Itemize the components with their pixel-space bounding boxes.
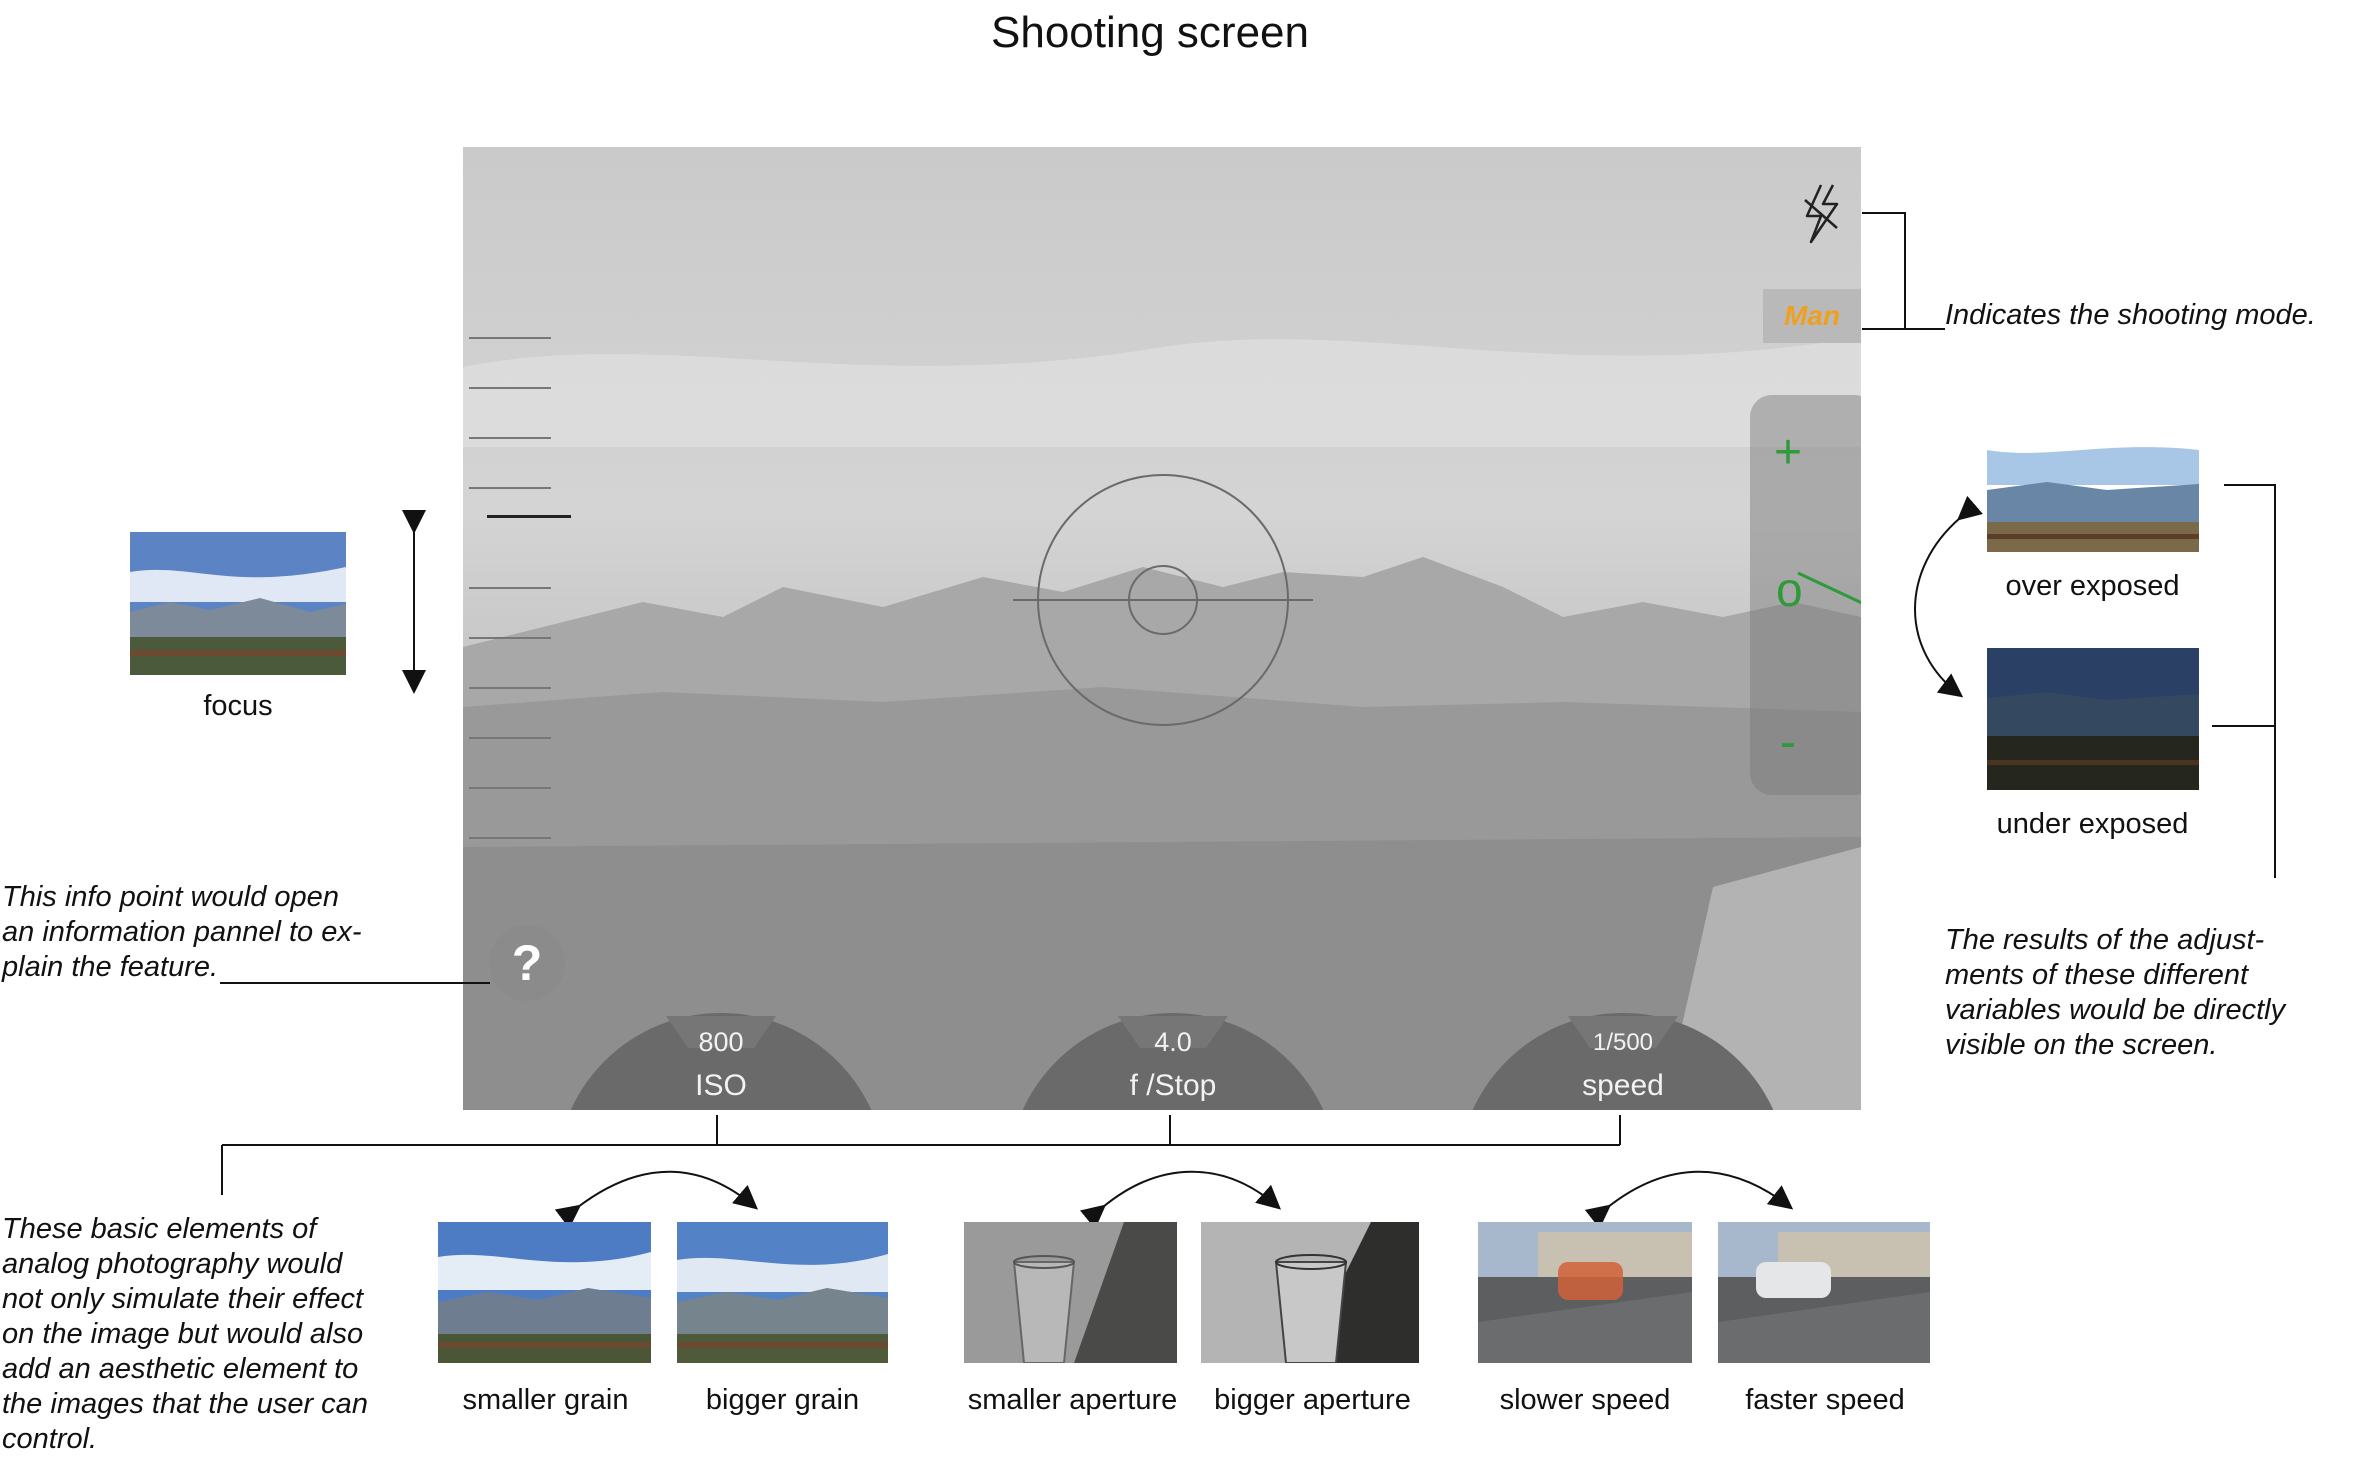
example-caption: bigger grain: [705, 1384, 860, 1416]
basics-note-line: on the image but would also: [2, 1318, 364, 1350]
under-exposed-image: [1987, 648, 2199, 790]
exposure-note: The results of the adjust- ments of thes…: [1945, 923, 2345, 1063]
basics-note-line: analog photography would: [2, 1248, 343, 1280]
info-note-line: an information pannel to ex-: [2, 916, 362, 948]
example-caption: smaller grain: [462, 1384, 629, 1416]
focus-example-image: [130, 532, 346, 675]
exposure-note-line: variables would be directly: [1945, 994, 2286, 1026]
example-caption: smaller aperture: [967, 1384, 1178, 1416]
bigger-grain-image: [677, 1222, 888, 1363]
info-note-line: plain the feature.: [2, 951, 219, 983]
basics-note-line: the images that the user can: [2, 1388, 368, 1420]
focus-caption: focus: [203, 690, 273, 722]
basics-note-line: add an aesthetic element to: [2, 1353, 359, 1385]
exposure-note-line: ments of these different: [1945, 959, 2249, 991]
over-exposed-caption: over exposed: [2005, 570, 2180, 602]
bigger-aperture-image: [1201, 1222, 1419, 1363]
basics-note-line: control.: [2, 1423, 98, 1455]
smaller-aperture-image: [964, 1222, 1177, 1363]
basics-note-line: not only simulate their effect: [2, 1283, 364, 1315]
example-caption: faster speed: [1745, 1384, 1905, 1416]
info-note: This info point would open an informatio…: [2, 880, 402, 985]
exposure-note-line: visible on the screen.: [1945, 1029, 2218, 1061]
under-exposed-caption: under exposed: [1996, 808, 2189, 840]
basics-note-line: These basic elements of: [2, 1213, 317, 1245]
basics-note: These basic elements of analog photograp…: [2, 1212, 422, 1457]
example-caption: bigger aperture: [1214, 1384, 1411, 1416]
mode-note: Indicates the shooting mode.: [1945, 299, 2316, 331]
slower-speed-image: [1478, 1222, 1692, 1363]
faster-speed-image: [1718, 1222, 1930, 1363]
exposure-note-line: The results of the adjust-: [1945, 924, 2265, 956]
smaller-grain-image: [438, 1222, 651, 1363]
info-note-line: This info point would open: [2, 881, 339, 913]
over-exposed-image: [1987, 410, 2199, 552]
example-caption: slower speed: [1499, 1384, 1671, 1416]
